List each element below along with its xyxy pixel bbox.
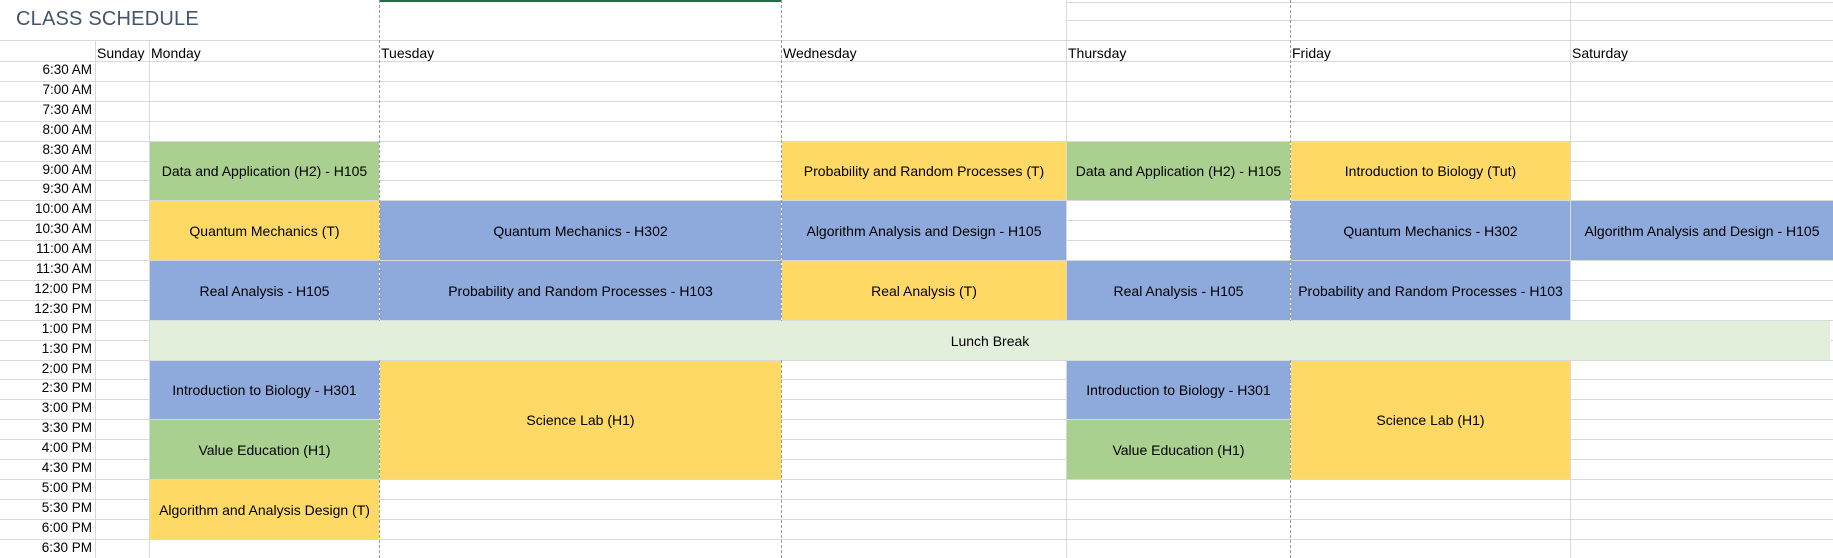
time-label: 7:30 AM <box>42 101 92 117</box>
class-block[interactable]: Data and Application (H2) - H105 <box>150 142 379 200</box>
time-label: 11:00 AM <box>35 241 92 257</box>
time-label: 10:00 AM <box>34 201 92 217</box>
time-label: 1:30 PM <box>41 340 92 356</box>
class-block[interactable]: Quantum Mechanics - H302 <box>1291 201 1570 260</box>
time-label: 3:30 PM <box>41 420 92 436</box>
day-header-saturday: Saturday <box>1572 45 1629 61</box>
grid-row-line <box>0 81 1833 82</box>
class-block[interactable]: Probability and Random Processes - H103 <box>380 261 781 320</box>
grid-row-line <box>0 101 1833 102</box>
class-block[interactable]: Value Education (H1) <box>1067 420 1290 479</box>
time-label: 6:00 PM <box>41 519 92 535</box>
grid-row-line <box>0 539 1833 540</box>
time-label: 12:30 PM <box>34 300 92 316</box>
day-header-monday: Monday <box>151 45 201 61</box>
time-label: 9:30 AM <box>42 181 92 197</box>
day-header-tuesday: Tuesday <box>381 45 435 61</box>
time-label: 10:30 AM <box>34 221 92 237</box>
time-label: 3:00 PM <box>41 400 92 416</box>
grid-column-line <box>95 40 96 558</box>
schedule-sheet: CLASS SCHEDULE Data and Application (H2)… <box>0 0 1833 558</box>
active-cell-border <box>380 0 781 2</box>
class-block[interactable]: Algorithm Analysis and Design - H105 <box>782 201 1066 260</box>
day-header-sunday: Sunday <box>97 45 145 61</box>
time-label: 8:00 AM <box>42 121 92 137</box>
class-block[interactable]: Probability and Random Processes - H103 <box>1291 261 1570 320</box>
class-block[interactable]: Algorithm and Analysis Design (T) <box>150 480 379 539</box>
class-block[interactable]: Real Analysis - H105 <box>1067 261 1290 320</box>
class-block[interactable]: Introduction to Biology (Tut) <box>1291 142 1570 200</box>
grid-row-line <box>1066 2 1833 3</box>
time-label: 2:00 PM <box>41 360 92 376</box>
class-block[interactable]: Quantum Mechanics - H302 <box>380 201 781 260</box>
time-label: 7:00 AM <box>42 81 92 97</box>
day-header-wednesday: Wednesday <box>783 45 857 61</box>
day-header-friday: Friday <box>1292 45 1331 61</box>
class-block[interactable]: Real Analysis (T) <box>782 261 1066 320</box>
grid-column-line <box>1570 0 1571 558</box>
time-label: 5:30 PM <box>41 499 92 515</box>
day-header-thursday: Thursday <box>1068 45 1127 61</box>
class-block[interactable]: Real Analysis - H105 <box>150 261 379 320</box>
class-block[interactable]: Quantum Mechanics (T) <box>150 201 379 260</box>
time-label: 5:00 PM <box>41 479 92 495</box>
time-label: 8:30 AM <box>42 141 92 157</box>
time-label: 4:00 PM <box>41 440 92 456</box>
time-label: 12:00 PM <box>34 280 92 296</box>
time-label: 1:00 PM <box>41 320 92 336</box>
class-block[interactable]: Value Education (H1) <box>150 420 379 479</box>
time-label: 2:30 PM <box>41 380 92 396</box>
time-label: 6:30 AM <box>42 62 92 77</box>
time-label: 9:00 AM <box>42 161 92 177</box>
class-block[interactable]: Introduction to Biology - H301 <box>150 361 379 419</box>
lunch-break-block[interactable]: Lunch Break <box>150 321 1830 360</box>
class-block[interactable]: Probability and Random Processes (T) <box>782 142 1066 200</box>
class-block[interactable]: Introduction to Biology - H301 <box>1067 361 1290 419</box>
time-label: 11:30 AM <box>35 261 92 276</box>
time-label: 6:30 PM <box>41 539 92 555</box>
time-label: 4:30 PM <box>41 460 92 475</box>
grid-row-line <box>1066 20 1833 21</box>
class-block[interactable]: Science Lab (H1) <box>1291 361 1570 479</box>
grid-row-line <box>0 121 1833 122</box>
class-block[interactable]: Data and Application (H2) - H105 <box>1067 142 1290 200</box>
class-block[interactable]: Science Lab (H1) <box>380 361 781 479</box>
class-block[interactable]: Algorithm Analysis and Design - H105 <box>1571 201 1833 260</box>
grid-row-line <box>0 40 1833 41</box>
page-title: CLASS SCHEDULE <box>16 8 199 30</box>
